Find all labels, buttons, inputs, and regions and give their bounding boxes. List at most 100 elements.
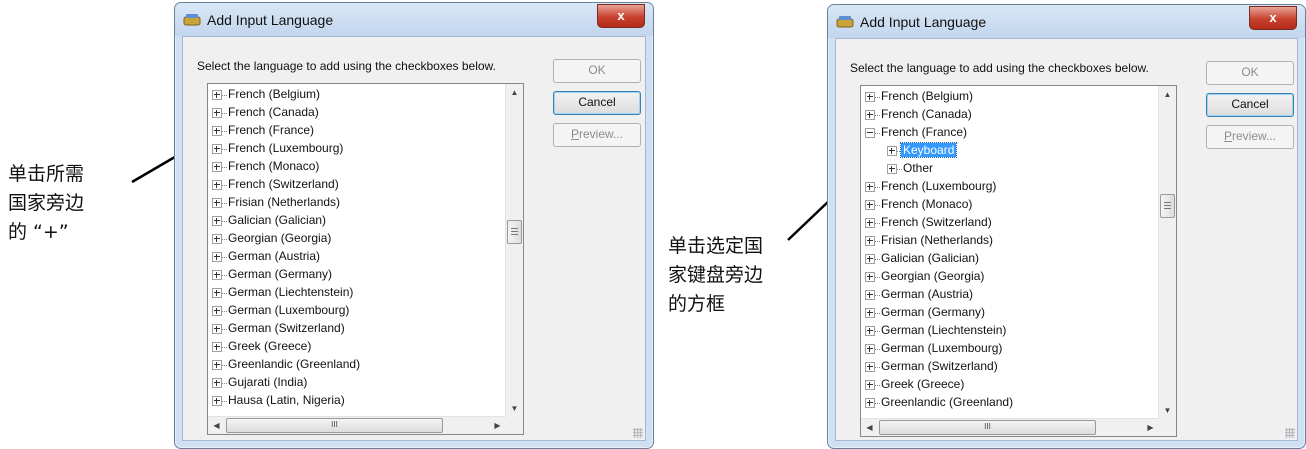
scroll-down-icon[interactable]: ▼ xyxy=(1159,402,1176,419)
tree-item-label: French (Canada) xyxy=(881,107,972,121)
collapse-icon[interactable] xyxy=(865,128,875,138)
expand-icon[interactable] xyxy=(865,326,875,336)
expand-icon[interactable] xyxy=(212,180,222,190)
expand-icon[interactable] xyxy=(212,324,222,334)
language-tree[interactable]: French (Belgium) French (Canada) French (F… xyxy=(860,85,1177,437)
tree-connector xyxy=(875,295,880,296)
tree-connector xyxy=(875,367,880,368)
resize-grip-icon[interactable] xyxy=(633,428,643,438)
title-bar[interactable]: Add Input Language x xyxy=(828,5,1305,38)
horizontal-scroll-thumb[interactable]: III xyxy=(226,418,443,433)
tree-item-label: Greenlandic (Greenland) xyxy=(228,357,361,371)
horizontal-scrollbar[interactable]: ◀ III ▶ xyxy=(208,416,506,434)
tree-connector xyxy=(222,167,227,168)
tree-item-label: German (Germany) xyxy=(228,267,333,281)
expand-icon[interactable] xyxy=(865,92,875,102)
horizontal-scrollbar[interactable]: ◀ III ▶ xyxy=(861,418,1159,436)
expand-icon[interactable] xyxy=(865,218,875,228)
vertical-scroll-thumb[interactable] xyxy=(1160,194,1175,218)
tree-item-label: German (Liechtenstein) xyxy=(881,323,1007,337)
horizontal-scroll-thumb[interactable]: III xyxy=(879,420,1096,435)
expand-icon[interactable] xyxy=(212,342,222,352)
preview-button[interactable]: Preview... xyxy=(1206,125,1294,149)
tree-connector xyxy=(875,205,880,206)
expand-icon[interactable] xyxy=(212,288,222,298)
scroll-up-icon[interactable]: ▲ xyxy=(1159,86,1176,103)
expand-icon[interactable] xyxy=(212,90,222,100)
tree-connector xyxy=(222,275,227,276)
expand-icon[interactable] xyxy=(212,270,222,280)
tree-connector xyxy=(875,277,880,278)
expand-icon[interactable] xyxy=(212,378,222,388)
expand-icon[interactable] xyxy=(865,362,875,372)
expand-icon[interactable] xyxy=(212,216,222,226)
ok-button[interactable]: OK xyxy=(1206,61,1294,85)
expand-icon[interactable] xyxy=(212,360,222,370)
title-bar[interactable]: Add Input Language x xyxy=(175,3,653,36)
expand-icon[interactable] xyxy=(865,290,875,300)
close-button[interactable]: x xyxy=(1249,6,1297,30)
close-button[interactable]: x xyxy=(597,4,645,28)
tree-connector xyxy=(222,95,227,96)
tree-connector xyxy=(222,203,227,204)
scroll-down-icon[interactable]: ▼ xyxy=(506,400,523,417)
tree-item-label: German (Luxembourg) xyxy=(228,303,350,317)
expand-icon[interactable] xyxy=(865,344,875,354)
expand-icon[interactable] xyxy=(212,252,222,262)
expand-icon[interactable] xyxy=(865,380,875,390)
instruction-right: 单击选定国 家键盘旁边 的方框 xyxy=(668,235,764,315)
tree-connector xyxy=(875,115,880,116)
expand-icon[interactable] xyxy=(212,306,222,316)
expand-icon[interactable] xyxy=(212,126,222,136)
tree-item-label: French (Luxembourg) xyxy=(881,179,997,193)
scroll-up-icon[interactable]: ▲ xyxy=(506,84,523,101)
language-tree[interactable]: French (Belgium) French (Canada) French (F… xyxy=(207,83,524,435)
dialog-body: Select the language to add using the che… xyxy=(835,38,1298,441)
ok-button[interactable]: OK xyxy=(553,59,641,83)
resize-grip-icon[interactable] xyxy=(1285,428,1295,438)
tree-connector xyxy=(875,187,880,188)
tree-item-label: French (Belgium) xyxy=(881,89,974,103)
expand-icon[interactable] xyxy=(865,110,875,120)
expand-icon[interactable] xyxy=(887,146,897,156)
tree-connector xyxy=(875,331,880,332)
tree-item-label: French (Canada) xyxy=(228,105,319,119)
tree-item-label: Hausa (Latin, Nigeria) xyxy=(228,393,345,407)
dialog-title: Add Input Language xyxy=(860,14,987,30)
scroll-right-icon[interactable]: ▶ xyxy=(489,417,506,434)
expand-icon[interactable] xyxy=(865,182,875,192)
expand-icon[interactable] xyxy=(865,200,875,210)
tree-connector xyxy=(222,293,227,294)
vertical-scroll-thumb[interactable] xyxy=(507,220,522,244)
scrollbar-corner xyxy=(506,417,523,434)
scroll-left-icon[interactable]: ◀ xyxy=(208,417,225,434)
tree-item-label: Other xyxy=(903,161,934,175)
expand-icon[interactable] xyxy=(212,108,222,118)
instruction-left: 单击所需 国家旁边 的 “+” xyxy=(8,163,85,243)
expand-icon[interactable] xyxy=(865,236,875,246)
cancel-button[interactable]: Cancel xyxy=(553,91,641,115)
tree-connector xyxy=(222,221,227,222)
expand-icon[interactable] xyxy=(212,396,222,406)
expand-icon[interactable] xyxy=(212,198,222,208)
expand-icon[interactable] xyxy=(212,144,222,154)
cancel-button[interactable]: Cancel xyxy=(1206,93,1294,117)
tree-item-label: French (Luxembourg) xyxy=(228,141,344,155)
expand-icon[interactable] xyxy=(865,308,875,318)
tree-connector xyxy=(875,241,880,242)
preview-button[interactable]: Preview... xyxy=(553,123,641,147)
scroll-left-icon[interactable]: ◀ xyxy=(861,419,878,436)
tree-item-label: French (France) xyxy=(228,123,315,137)
vertical-scrollbar[interactable]: ▲ ▼ xyxy=(505,84,523,417)
vertical-scrollbar[interactable]: ▲ ▼ xyxy=(1158,86,1176,419)
expand-icon[interactable] xyxy=(865,398,875,408)
scroll-right-icon[interactable]: ▶ xyxy=(1142,419,1159,436)
expand-icon[interactable] xyxy=(865,254,875,264)
expand-icon[interactable] xyxy=(865,272,875,282)
tree-connector xyxy=(222,149,227,150)
expand-icon[interactable] xyxy=(212,234,222,244)
tree-item-label: Galician (Galician) xyxy=(881,251,980,265)
expand-icon[interactable] xyxy=(212,162,222,172)
expand-icon[interactable] xyxy=(887,164,897,174)
add-input-language-dialog-left: Add Input Language x Select the language… xyxy=(174,2,654,449)
